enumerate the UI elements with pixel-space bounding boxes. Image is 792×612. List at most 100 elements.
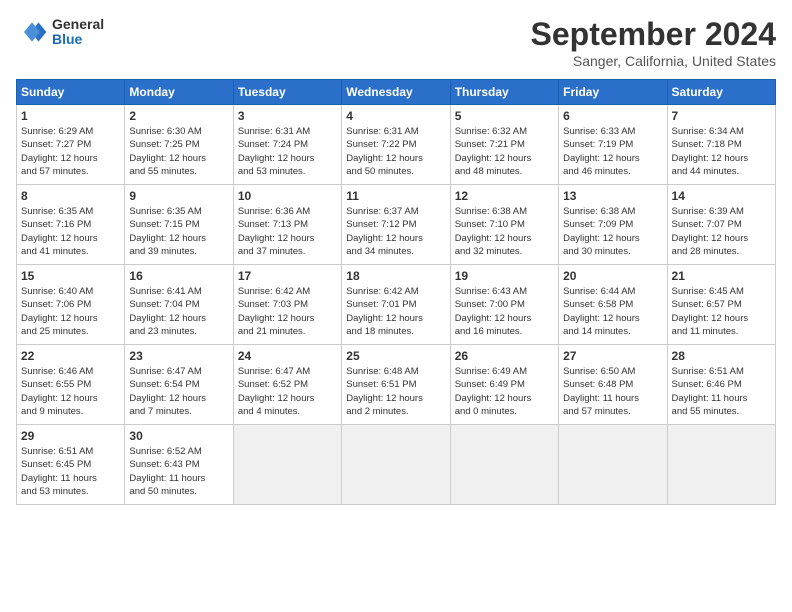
daylight-text: Daylight: 11 hours xyxy=(563,393,639,404)
calendar-cell: 25 Sunrise: 6:48 AMSunset: 6:51 PMDayligh… xyxy=(342,345,450,425)
day-number: 28 xyxy=(672,349,771,363)
daylight-extra: and 57 minutes. xyxy=(563,406,631,417)
calendar-cell xyxy=(559,425,667,505)
calendar-cell: 30 Sunrise: 6:52 AMSunset: 6:43 PMDayligh… xyxy=(125,425,233,505)
daylight-extra: and 55 minutes. xyxy=(672,406,740,417)
logo: General Blue xyxy=(16,16,104,48)
sunrise-text: Sunrise: 6:51 AM xyxy=(21,446,93,457)
day-info: Sunrise: 6:52 AMSunset: 6:43 PMDaylight:… xyxy=(129,445,228,498)
day-number: 14 xyxy=(672,189,771,203)
day-number: 12 xyxy=(455,189,554,203)
day-info: Sunrise: 6:48 AMSunset: 6:51 PMDaylight:… xyxy=(346,365,445,418)
sunset-text: Sunset: 6:55 PM xyxy=(21,379,91,390)
sunset-text: Sunset: 7:00 PM xyxy=(455,299,525,310)
sunset-text: Sunset: 6:48 PM xyxy=(563,379,633,390)
daylight-text: Daylight: 12 hours xyxy=(238,153,315,164)
calendar-cell: 15Sunrise: 6:40 AMSunset: 7:06 PMDayligh… xyxy=(17,265,125,345)
day-info: Sunrise: 6:31 AMSunset: 7:22 PMDaylight:… xyxy=(346,125,445,178)
day-info: Sunrise: 6:43 AMSunset: 7:00 PMDaylight:… xyxy=(455,285,554,338)
daylight-text: Daylight: 12 hours xyxy=(129,233,206,244)
sunrise-text: Sunrise: 6:50 AM xyxy=(563,366,635,377)
day-number: 30 xyxy=(129,429,228,443)
daylight-text: Daylight: 12 hours xyxy=(129,153,206,164)
calendar-cell xyxy=(667,425,775,505)
calendar-cell: 24 Sunrise: 6:47 AMSunset: 6:52 PMDayligh… xyxy=(233,345,341,425)
day-info: Sunrise: 6:36 AMSunset: 7:13 PMDaylight:… xyxy=(238,205,337,258)
sunrise-text: Sunrise: 6:47 AM xyxy=(238,366,310,377)
daylight-text: Daylight: 12 hours xyxy=(129,393,206,404)
day-info: Sunrise: 6:37 AMSunset: 7:12 PMDaylight:… xyxy=(346,205,445,258)
sunset-text: Sunset: 7:21 PM xyxy=(455,139,525,150)
day-info: Sunrise: 6:51 AMSunset: 6:45 PMDaylight:… xyxy=(21,445,120,498)
day-number: 9 xyxy=(129,189,228,203)
day-info: Sunrise: 6:30 AM Sunset: 7:25 PM Daylight:… xyxy=(129,125,228,178)
day-number: 10 xyxy=(238,189,337,203)
daylight-extra: and 7 minutes. xyxy=(129,406,191,417)
day-info: Sunrise: 6:31 AMSunset: 7:24 PMDaylight:… xyxy=(238,125,337,178)
day-number: 18 xyxy=(346,269,445,283)
calendar-cell: 9Sunrise: 6:35 AMSunset: 7:15 PMDaylight… xyxy=(125,185,233,265)
daylight-extra: and 14 minutes. xyxy=(563,326,631,337)
daylight-text: Daylight: 12 hours xyxy=(455,233,532,244)
day-number: 25 xyxy=(346,349,445,363)
daylight-extra: and 18 minutes. xyxy=(346,326,414,337)
day-number: 22 xyxy=(21,349,120,363)
calendar-cell: 17Sunrise: 6:42 AMSunset: 7:03 PMDayligh… xyxy=(233,265,341,345)
sunset-text: Sunset: 7:25 PM xyxy=(129,139,199,150)
day-number: 20 xyxy=(563,269,662,283)
calendar-week-row: 29Sunrise: 6:51 AMSunset: 6:45 PMDayligh… xyxy=(17,425,776,505)
calendar-cell: 16Sunrise: 6:41 AMSunset: 7:04 PMDayligh… xyxy=(125,265,233,345)
day-info: Sunrise: 6:47 AMSunset: 6:52 PMDaylight:… xyxy=(238,365,337,418)
header-thursday: Thursday xyxy=(450,80,558,105)
sunset-text: Sunset: 7:22 PM xyxy=(346,139,416,150)
day-number: 16 xyxy=(129,269,228,283)
header-friday: Friday xyxy=(559,80,667,105)
calendar-cell: 14Sunrise: 6:39 AMSunset: 7:07 PMDayligh… xyxy=(667,185,775,265)
calendar-cell: 3Sunrise: 6:31 AMSunset: 7:24 PMDaylight… xyxy=(233,105,341,185)
sunrise-text: Sunrise: 6:49 AM xyxy=(455,366,527,377)
day-info: Sunrise: 6:33 AMSunset: 7:19 PMDaylight:… xyxy=(563,125,662,178)
day-number: 5 xyxy=(455,109,554,123)
calendar-cell: 4 Sunrise: 6:31 AMSunset: 7:22 PMDaylight… xyxy=(342,105,450,185)
daylight-text: Daylight: 12 hours xyxy=(238,233,315,244)
sunset-text: Sunset: 6:51 PM xyxy=(346,379,416,390)
calendar-cell xyxy=(342,425,450,505)
sunset-text: Sunset: 7:12 PM xyxy=(346,219,416,230)
header-tuesday: Tuesday xyxy=(233,80,341,105)
daylight-extra: and 48 minutes. xyxy=(455,166,523,177)
daylight-extra: and 46 minutes. xyxy=(563,166,631,177)
daylight-text: Daylight: 12 hours xyxy=(346,153,423,164)
daylight-text: Daylight: 11 hours xyxy=(21,473,97,484)
day-number: 24 xyxy=(238,349,337,363)
calendar-week-row: 1Sunrise: 6:29 AMSunset: 7:27 PMDaylight… xyxy=(17,105,776,185)
daylight-text: Daylight: 12 hours xyxy=(129,313,206,324)
logo-icon xyxy=(16,16,48,48)
sunrise-text: Sunrise: 6:37 AM xyxy=(346,206,418,217)
sunrise-text: Sunrise: 6:30 AM xyxy=(129,126,201,137)
sunrise-text: Sunrise: 6:42 AM xyxy=(238,286,310,297)
sunset-text: Sunset: 6:46 PM xyxy=(672,379,742,390)
sunrise-text: Sunrise: 6:39 AM xyxy=(672,206,744,217)
daylight-text: Daylight: 11 hours xyxy=(129,473,205,484)
calendar-week-row: 8Sunrise: 6:35 AMSunset: 7:16 PMDaylight… xyxy=(17,185,776,265)
sunrise-text: Sunrise: 6:41 AM xyxy=(129,286,201,297)
sunrise-text: Sunrise: 6:40 AM xyxy=(21,286,93,297)
day-info: Sunrise: 6:40 AMSunset: 7:06 PMDaylight:… xyxy=(21,285,120,338)
sunrise-text: Sunrise: 6:46 AM xyxy=(21,366,93,377)
daylight-extra: and 53 minutes. xyxy=(21,486,89,497)
sunrise-text: Sunrise: 6:34 AM xyxy=(672,126,744,137)
sunrise-text: Sunrise: 6:33 AM xyxy=(563,126,635,137)
sunset-text: Sunset: 7:10 PM xyxy=(455,219,525,230)
calendar-header-row: Sunday Monday Tuesday Wednesday Thursday… xyxy=(17,80,776,105)
calendar-cell: 6Sunrise: 6:33 AMSunset: 7:19 PMDaylight… xyxy=(559,105,667,185)
calendar-table: Sunday Monday Tuesday Wednesday Thursday… xyxy=(16,79,776,505)
calendar-cell: 2Sunrise: 6:30 AMSunset: 7:25 PMDaylight… xyxy=(125,105,233,185)
calendar-cell: 28Sunrise: 6:51 AMSunset: 6:46 PMDayligh… xyxy=(667,345,775,425)
daylight-text: Daylight: 12 hours xyxy=(563,233,640,244)
day-number: 4 xyxy=(346,109,445,123)
calendar-cell: 26Sunrise: 6:49 AMSunset: 6:49 PMDayligh… xyxy=(450,345,558,425)
sunrise-text: Sunrise: 6:45 AM xyxy=(672,286,744,297)
day-number: 26 xyxy=(455,349,554,363)
day-number: 13 xyxy=(563,189,662,203)
calendar-cell: 7Sunrise: 6:34 AMSunset: 7:18 PMDaylight… xyxy=(667,105,775,185)
